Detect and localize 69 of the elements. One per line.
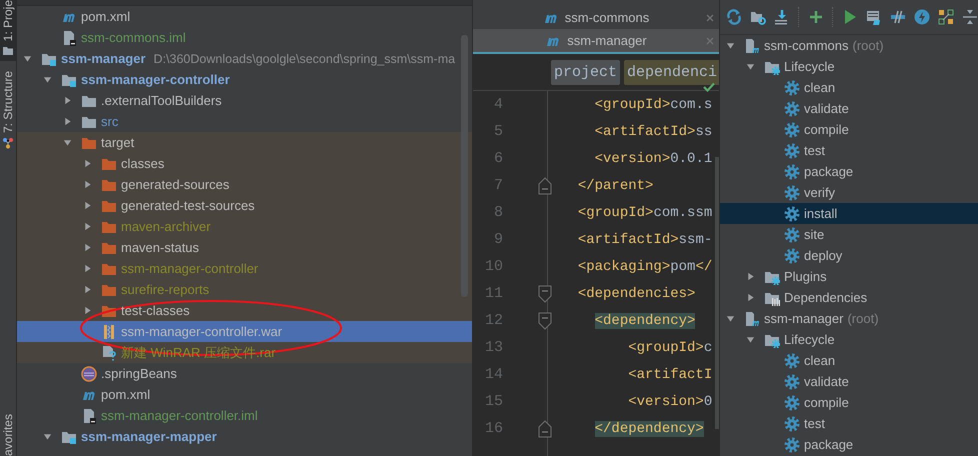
tree-item[interactable]: classes	[17, 153, 472, 174]
line-number: 9	[492, 231, 503, 248]
tree-item[interactable]: generated-sources	[17, 174, 472, 195]
tree-item[interactable]: src	[17, 111, 472, 132]
tree-item[interactable]: package	[720, 434, 978, 455]
tree-item[interactable]: deploy	[720, 245, 978, 266]
line-number: 16	[484, 420, 503, 437]
tree-item[interactable]: compile	[720, 392, 978, 413]
tool-window-button[interactable]: 1: Proje	[0, 0, 16, 62]
tree-item[interactable]: ssm-commons.iml	[17, 27, 472, 48]
code-line: <dependencies>	[576, 284, 696, 304]
tree-item[interactable]: ssm-commons (root)	[720, 35, 978, 56]
tree-item[interactable]: Lifecycle	[720, 329, 978, 350]
line-number: 11	[484, 285, 503, 302]
tree-item[interactable]: .externalToolBuilders	[17, 90, 472, 111]
root-label: (root)	[847, 311, 879, 326]
code-line: <packaging>pom</	[576, 258, 712, 276]
tool-window-button[interactable]: 7: Structure	[0, 71, 16, 154]
tree-item[interactable]: package	[720, 161, 978, 182]
tree-item[interactable]: validate	[720, 371, 978, 392]
tree-item[interactable]: test-classes	[17, 300, 472, 321]
tree-item[interactable]: Dependencies	[720, 287, 978, 308]
code-line: <artifactId>ss	[594, 122, 712, 142]
tree-item[interactable]: clean	[720, 350, 978, 371]
code-line: <artifactI	[627, 366, 712, 384]
line-number: 4	[492, 96, 503, 113]
tree-item[interactable]: ssm-manager-controller	[17, 69, 472, 90]
code-line: <groupId>com.s	[594, 96, 712, 114]
line-number: 14	[484, 366, 503, 383]
breadcrumb[interactable]: project	[551, 60, 620, 84]
code-line: <artifactId>ssm-	[576, 230, 712, 250]
module-path: D:\360Downloads\goolgle\second\spring_ssm\ssm-ma	[154, 52, 456, 66]
tool-window-button[interactable]: avorites	[0, 412, 16, 456]
tree-item[interactable]: maven-status	[17, 237, 472, 258]
line-number: 15	[484, 393, 503, 410]
line-number: 8	[492, 204, 503, 221]
root-label: (root)	[852, 38, 884, 53]
tree-item[interactable]: pom.xml	[17, 384, 472, 405]
tree-item[interactable]: site	[720, 224, 978, 245]
tree-item[interactable]: generated-test-sources	[17, 195, 472, 216]
line-number: 6	[492, 150, 503, 167]
code-line: <groupId>c	[627, 338, 712, 358]
tree-item[interactable]: compile	[720, 119, 978, 140]
tree-item[interactable]: ssm-manager-controller.iml	[17, 405, 472, 426]
code-line: <groupId>com.ssm	[576, 204, 712, 222]
tree-item[interactable]: Lifecycle	[720, 56, 978, 77]
tree-item[interactable]: clean	[720, 77, 978, 98]
tree-item[interactable]: ssm-manager D:\360Downloads\goolgle\second\spring_ssm\ssm-ma	[17, 48, 472, 69]
line-number: 5	[492, 123, 503, 140]
line-number: 7	[492, 177, 503, 194]
tree-item[interactable]: test	[720, 140, 978, 161]
tree-item[interactable]: pom.xml	[17, 6, 472, 27]
editor-tab[interactable]: ssm-manager	[473, 29, 719, 54]
tree-item[interactable]: Plugins	[720, 266, 978, 287]
code-line: <version>0.0.1	[594, 150, 712, 168]
tree-item[interactable]: verify	[720, 182, 978, 203]
code-line: </parent>	[576, 176, 654, 196]
tree-item[interactable]: .springBeans	[17, 363, 472, 384]
tree-item[interactable]: ssm-manager (root)	[720, 308, 978, 329]
breadcrumb[interactable]: dependenci	[624, 60, 719, 84]
tree-item[interactable]: test	[720, 413, 978, 434]
line-number: 12	[484, 312, 503, 329]
tree-item[interactable]: target	[17, 132, 472, 153]
tree-item[interactable]: ssm-manager-mapper	[17, 426, 472, 447]
tree-item[interactable]: validate	[720, 98, 978, 119]
tree-item[interactable]: install	[720, 203, 978, 224]
line-number: 10	[484, 258, 503, 275]
code-line: <version>0	[627, 392, 712, 412]
line-number: 13	[484, 339, 503, 356]
